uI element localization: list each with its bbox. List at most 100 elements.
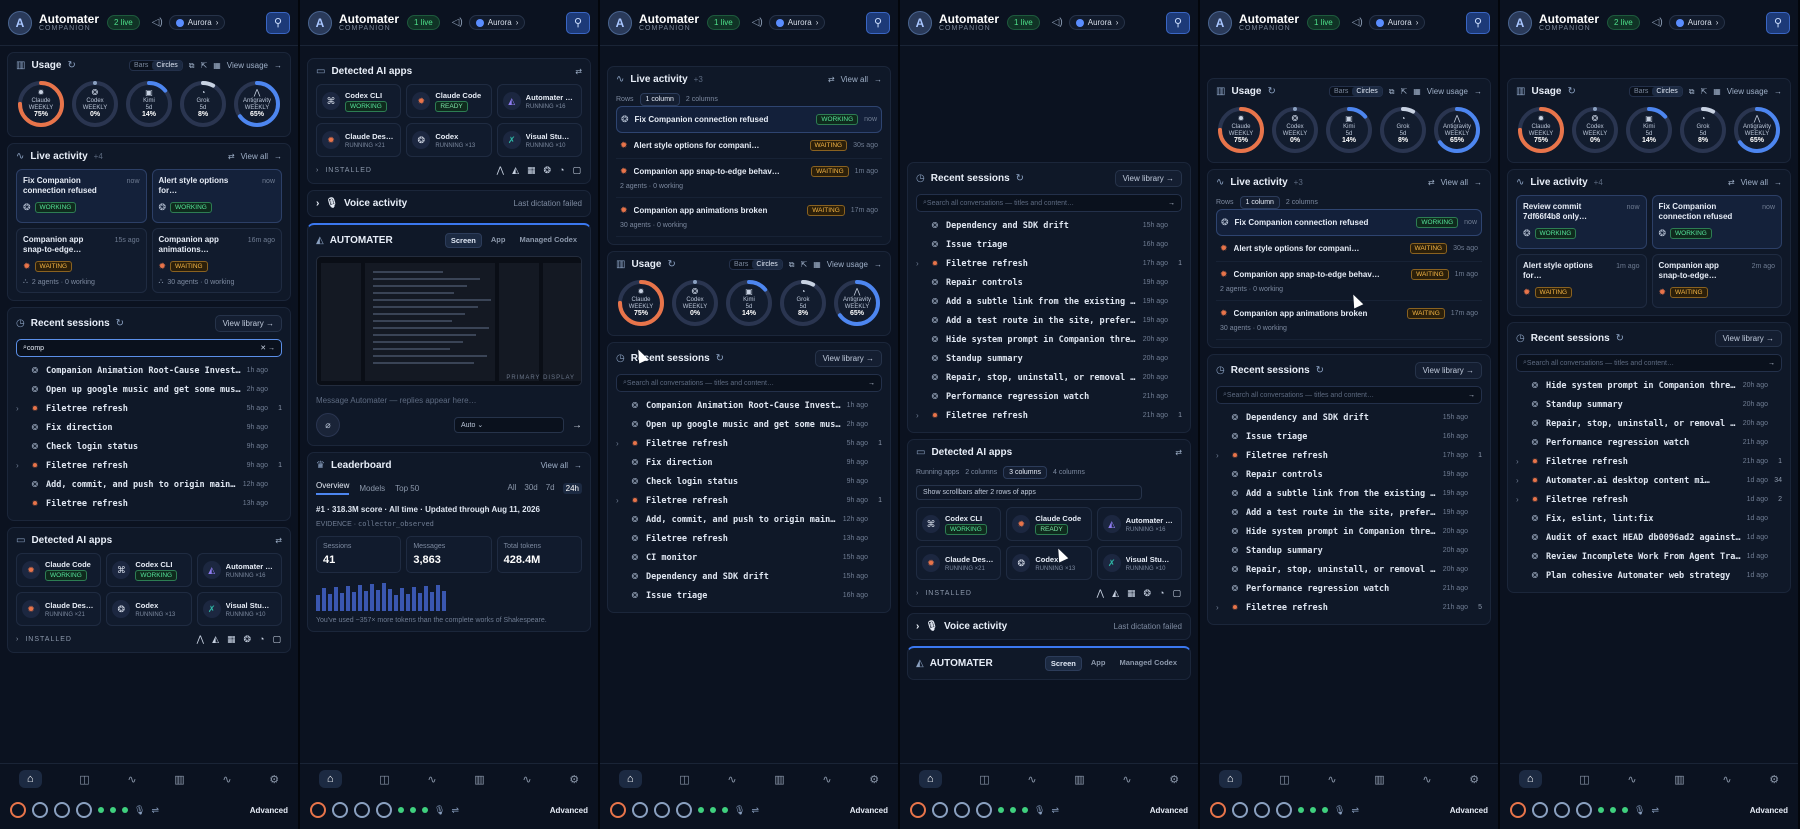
- activity-tile[interactable]: Fix Companion connection refused now ❂ WORK…: [16, 169, 147, 223]
- session-row[interactable]: ❂ Performance regression watch 21h ago: [916, 387, 1182, 406]
- range-option[interactable]: 24h: [562, 482, 582, 494]
- codex-status-icon[interactable]: [932, 802, 948, 818]
- home-icon[interactable]: ⌂: [918, 770, 942, 788]
- codex-status-icon[interactable]: [632, 802, 648, 818]
- kimi-status-icon[interactable]: [354, 802, 370, 818]
- pulse-icon[interactable]: ∿: [522, 773, 531, 786]
- voice-activity-bar[interactable]: › 🎙 Voice activity Last dictation failed: [907, 613, 1191, 640]
- view-all-link[interactable]: View all: [1741, 178, 1768, 187]
- session-row[interactable]: › ✹ Filetree refresh 17h ago 1: [916, 254, 1182, 273]
- pin-icon[interactable]: ⚲: [1466, 11, 1490, 34]
- claude-status-icon[interactable]: [910, 802, 926, 818]
- refresh-icon[interactable]: ↻: [116, 318, 124, 329]
- session-row[interactable]: ❂ Repair controls 19h ago: [916, 273, 1182, 292]
- usage-ring-claude[interactable]: ✹ Claude WEEKLY 75%: [1216, 105, 1266, 155]
- session-row[interactable]: ❂ Issue triage 16h ago: [916, 235, 1182, 254]
- screen-preview[interactable]: PRIMARY DISPLAY: [316, 256, 582, 386]
- pin-icon[interactable]: ⚲: [866, 11, 890, 34]
- settings-icon[interactable]: ⚙: [1169, 773, 1179, 786]
- view-usage-link[interactable]: View usage: [1427, 87, 1468, 96]
- session-row[interactable]: ❂ Fix direction 9h ago: [616, 453, 882, 472]
- session-row[interactable]: › ✹ Filetree refresh 17h ago 1: [1216, 446, 1482, 465]
- activity-row[interactable]: ✹ Companion app snap-to-edge behav… WAITIN…: [616, 159, 882, 198]
- arrow-right-icon[interactable]: →: [1474, 178, 1482, 187]
- home-icon[interactable]: ⌂: [318, 770, 342, 788]
- chart-icon[interactable]: ▥: [174, 773, 184, 786]
- session-row[interactable]: ❂ Dependency and SDK drift 15h ago: [1216, 408, 1482, 427]
- swap-icon[interactable]: ⇄: [1728, 178, 1735, 187]
- session-row[interactable]: ❂ Plan cohesive Automater web strategy 1d …: [1516, 566, 1782, 585]
- installed-section[interactable]: › INSTALLED ⋀ ◭ ▦ ❂ ◔ ▢: [16, 634, 282, 645]
- advanced-button[interactable]: Advanced: [1750, 806, 1788, 815]
- home-icon[interactable]: ⌂: [1518, 770, 1542, 788]
- tab-top-50[interactable]: Top 50: [395, 484, 419, 493]
- share-icon[interactable]: ⇱: [201, 61, 208, 70]
- settings-icon[interactable]: ⚙: [1469, 773, 1479, 786]
- tab-overview[interactable]: Overview: [316, 481, 350, 495]
- session-row[interactable]: › ✹ Filetree refresh 9h ago 1: [16, 456, 282, 475]
- mode-select[interactable]: Auto ⌄: [454, 417, 564, 433]
- refresh-icon[interactable]: ↻: [1016, 173, 1024, 184]
- view-library-button[interactable]: View library →: [1414, 362, 1482, 379]
- session-row[interactable]: ❂ Hide system prompt in Companion threa… 2…: [916, 330, 1182, 349]
- profile-switcher[interactable]: Aurora ›: [468, 15, 526, 30]
- swap-icon[interactable]: ⇄: [1175, 448, 1182, 457]
- session-row[interactable]: ❂ Issue triage 16h ago: [616, 586, 882, 605]
- view-all-link[interactable]: View all: [841, 75, 868, 84]
- usage-ring-grok[interactable]: ◔ Grok 5d 8%: [778, 278, 828, 328]
- pin-icon[interactable]: ⚲: [1766, 11, 1790, 34]
- sliders-icon[interactable]: ⇌: [451, 805, 459, 816]
- claude-status-icon[interactable]: [610, 802, 626, 818]
- message-input[interactable]: Message Automater — replies appear here…: [316, 396, 582, 405]
- codex-status-icon[interactable]: [332, 802, 348, 818]
- arrow-right-icon[interactable]: →: [274, 152, 282, 161]
- activity-tile[interactable]: Fix Companion connection refused now ❂ WORK…: [1651, 195, 1782, 249]
- search-input[interactable]: ⌕ Search all conversations — titles and …: [1216, 386, 1482, 404]
- arrow-right-icon[interactable]: →: [1468, 392, 1475, 399]
- pulse-icon[interactable]: ∿: [1722, 773, 1731, 786]
- speaker-icon[interactable]: ◁): [752, 17, 763, 28]
- settings-icon[interactable]: ⚙: [1769, 773, 1779, 786]
- activity-tile[interactable]: Companion app snap-to-edge… 15s ago ✹ WAITI…: [16, 228, 147, 293]
- app-tile[interactable]: ◭ Automater … RUNNING ×16: [1096, 507, 1182, 541]
- copy-icon[interactable]: ⧉: [1389, 87, 1395, 97]
- cols-two[interactable]: 2 columns: [965, 469, 997, 476]
- advanced-button[interactable]: Advanced: [550, 806, 588, 815]
- refresh-icon[interactable]: ↻: [1616, 333, 1624, 344]
- toggle-bars[interactable]: Bars: [130, 61, 152, 70]
- usage-ring-grok[interactable]: ◔ Grok 5d 8%: [178, 79, 228, 129]
- view-library-button[interactable]: View library →: [214, 315, 282, 332]
- codex-status-icon[interactable]: [1532, 802, 1548, 818]
- session-row[interactable]: ❂ Standup summary 20h ago: [916, 349, 1182, 368]
- tab-app[interactable]: App: [1086, 656, 1111, 671]
- library-icon[interactable]: ◫: [379, 773, 389, 786]
- session-row[interactable]: ❂ Audit of exact HEAD db0096ad2 against ……: [1516, 528, 1782, 547]
- usage-ring-grok[interactable]: ◔ Grok 5d 8%: [1678, 105, 1728, 155]
- profile-switcher[interactable]: Aurora ›: [768, 15, 826, 30]
- kimi-status-icon[interactable]: [54, 802, 70, 818]
- app-tile[interactable]: ❂ Codex RUNNING ×13: [1006, 546, 1092, 580]
- session-row[interactable]: › ✹ Filetree refresh 9h ago 1: [616, 491, 882, 510]
- claude-status-icon[interactable]: [10, 802, 26, 818]
- chart-icon[interactable]: ▥: [474, 773, 484, 786]
- view-usage-link[interactable]: View usage: [827, 260, 868, 269]
- session-row[interactable]: ❂ Fix direction 9h ago: [16, 418, 282, 437]
- sliders-icon[interactable]: ⇌: [1351, 805, 1359, 816]
- calendar-icon[interactable]: ▦: [1713, 87, 1721, 96]
- grok-status-icon[interactable]: [976, 802, 992, 818]
- installed-section[interactable]: › INSTALLED ⋀ ◭ ▦ ❂ ◔ ▢: [316, 165, 582, 176]
- range-option[interactable]: 7d: [546, 483, 555, 494]
- session-row[interactable]: ❂ Add, commit, and push to origin main … 1…: [616, 510, 882, 529]
- mic-off-icon[interactable]: ⌀: [316, 413, 340, 437]
- activity-row[interactable]: ✹ Alert style options for compani… WAITING…: [616, 133, 882, 159]
- session-row[interactable]: ❂ Add a subtle link from the existing d… 1…: [1216, 484, 1482, 503]
- tab-screen[interactable]: Screen: [444, 233, 482, 248]
- pin-icon[interactable]: ⚲: [566, 11, 590, 34]
- refresh-icon[interactable]: ↻: [1316, 365, 1324, 376]
- pulse-icon[interactable]: ∿: [1122, 773, 1131, 786]
- cols-four[interactable]: 4 columns: [1053, 469, 1085, 476]
- arrow-right-icon[interactable]: →: [1168, 200, 1175, 207]
- grok-status-icon[interactable]: [1576, 802, 1592, 818]
- home-icon[interactable]: ⌂: [618, 770, 642, 788]
- session-row[interactable]: ❂ Dependency and SDK drift 15h ago: [616, 567, 882, 586]
